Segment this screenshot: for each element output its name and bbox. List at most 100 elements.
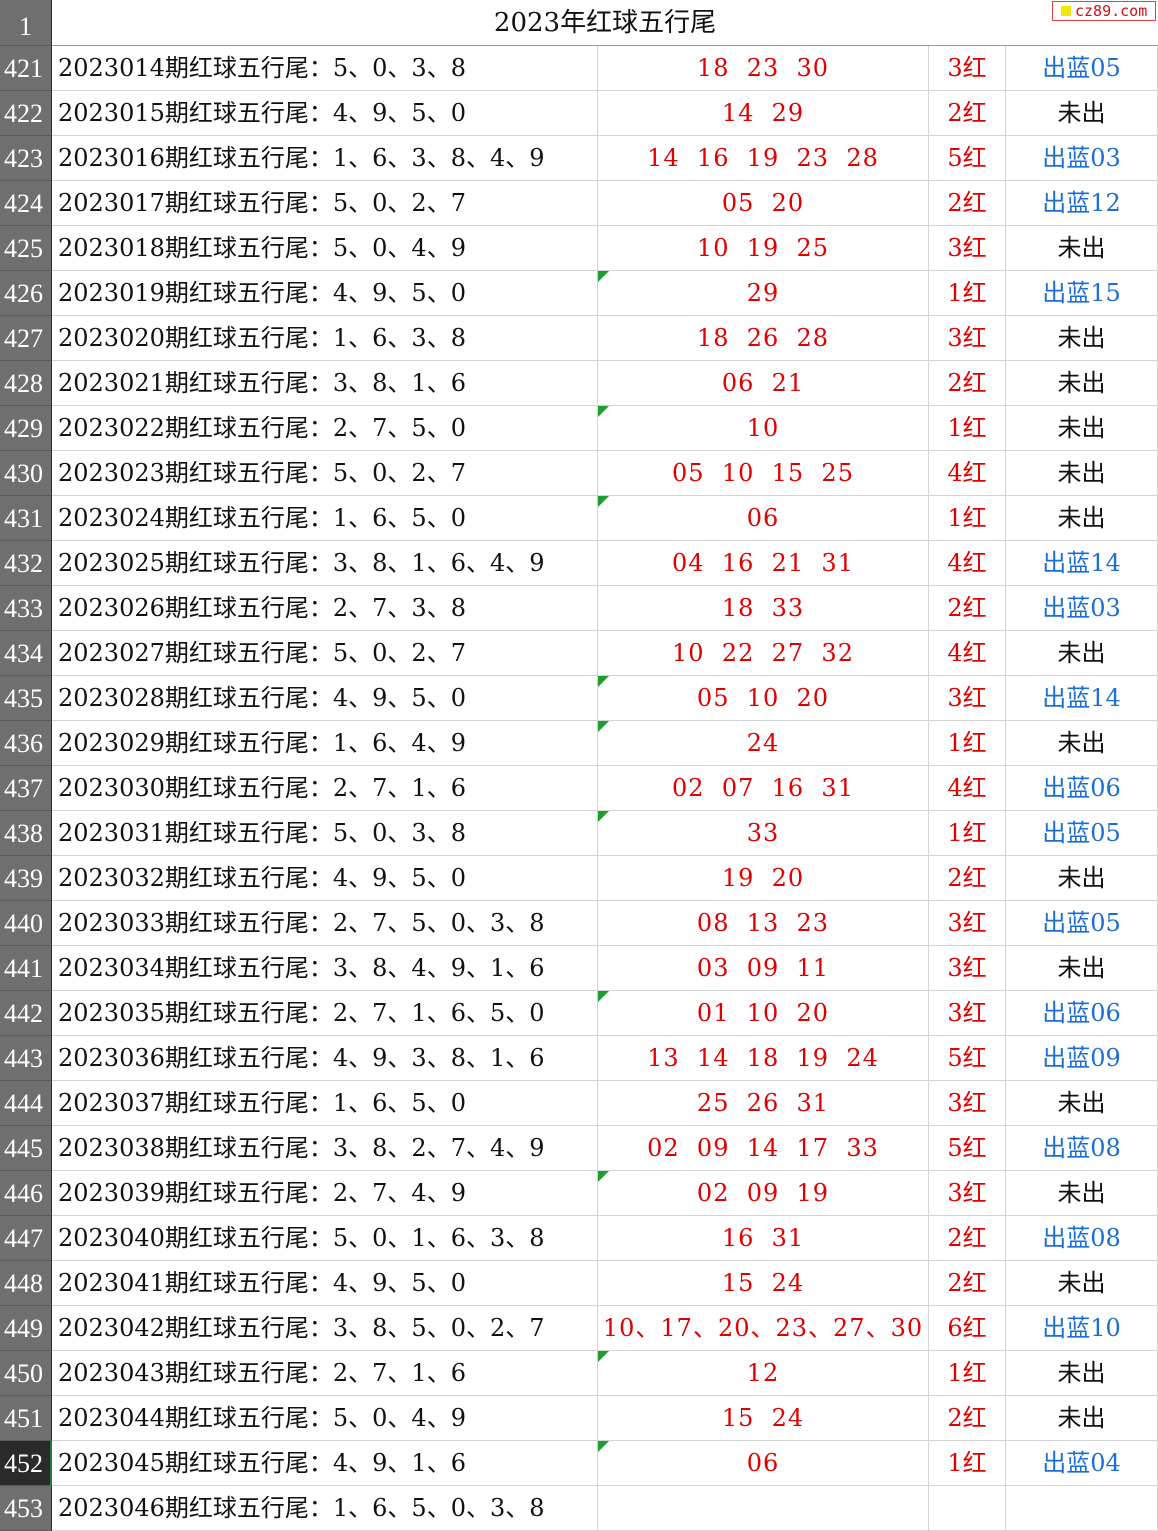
- row-number[interactable]: 438: [0, 811, 52, 856]
- row-number[interactable]: 441: [0, 946, 52, 991]
- red-balls-cell[interactable]: 10: [598, 406, 929, 451]
- row-number[interactable]: 435: [0, 676, 52, 721]
- red-hit-count-cell[interactable]: [929, 1486, 1006, 1531]
- red-balls-cell[interactable]: 14 16 19 23 28: [598, 136, 929, 181]
- period-tails-cell[interactable]: 2023042期红球五行尾：3、8、5、0、2、7: [52, 1306, 598, 1351]
- period-tails-cell[interactable]: 2023034期红球五行尾：3、8、4、9、1、6: [52, 946, 598, 991]
- red-hit-count-cell[interactable]: 2红: [929, 361, 1006, 406]
- period-tails-cell[interactable]: 2023021期红球五行尾：3、8、1、6: [52, 361, 598, 406]
- period-tails-cell[interactable]: 2023037期红球五行尾：1、6、5、0: [52, 1081, 598, 1126]
- row-number[interactable]: 424: [0, 181, 52, 226]
- row-number[interactable]: 445: [0, 1126, 52, 1171]
- blue-ball-status-cell[interactable]: 未出: [1006, 361, 1158, 406]
- blue-ball-status-cell[interactable]: 出蓝15: [1006, 271, 1158, 316]
- row-number[interactable]: 450: [0, 1351, 52, 1396]
- red-hit-count-cell[interactable]: 3红: [929, 1081, 1006, 1126]
- red-hit-count-cell[interactable]: 3红: [929, 901, 1006, 946]
- period-tails-cell[interactable]: 2023022期红球五行尾：2、7、5、0: [52, 406, 598, 451]
- row-number[interactable]: 437: [0, 766, 52, 811]
- red-hit-count-cell[interactable]: 5红: [929, 1126, 1006, 1171]
- period-tails-cell[interactable]: 2023038期红球五行尾：3、8、2、7、4、9: [52, 1126, 598, 1171]
- red-balls-cell[interactable]: 04 16 21 31: [598, 541, 929, 586]
- period-tails-cell[interactable]: 2023041期红球五行尾：4、9、5、0: [52, 1261, 598, 1306]
- period-tails-cell[interactable]: 2023016期红球五行尾：1、6、3、8、4、9: [52, 136, 598, 181]
- blue-ball-status-cell[interactable]: 未出: [1006, 406, 1158, 451]
- blue-ball-status-cell[interactable]: 出蓝06: [1006, 766, 1158, 811]
- red-hit-count-cell[interactable]: 3红: [929, 1171, 1006, 1216]
- blue-ball-status-cell[interactable]: 未出: [1006, 1081, 1158, 1126]
- red-balls-cell[interactable]: 02 07 16 31: [598, 766, 929, 811]
- blue-ball-status-cell[interactable]: 出蓝14: [1006, 541, 1158, 586]
- red-balls-cell[interactable]: 12: [598, 1351, 929, 1396]
- row-number[interactable]: 430: [0, 451, 52, 496]
- red-balls-cell[interactable]: 19 20: [598, 856, 929, 901]
- blue-ball-status-cell[interactable]: 出蓝08: [1006, 1216, 1158, 1261]
- red-hit-count-cell[interactable]: 1红: [929, 1441, 1006, 1486]
- row-number-header[interactable]: 1: [0, 0, 52, 46]
- red-balls-cell[interactable]: 15 24: [598, 1261, 929, 1306]
- red-balls-cell[interactable]: 06: [598, 1441, 929, 1486]
- red-balls-cell[interactable]: 15 24: [598, 1396, 929, 1441]
- blue-ball-status-cell[interactable]: [1006, 1486, 1158, 1531]
- period-tails-cell[interactable]: 2023028期红球五行尾：4、9、5、0: [52, 676, 598, 721]
- row-number[interactable]: 429: [0, 406, 52, 451]
- blue-ball-status-cell[interactable]: 出蓝09: [1006, 1036, 1158, 1081]
- blue-ball-status-cell[interactable]: 出蓝14: [1006, 676, 1158, 721]
- red-balls-cell[interactable]: 05 10 15 25: [598, 451, 929, 496]
- red-hit-count-cell[interactable]: 1红: [929, 1351, 1006, 1396]
- row-number[interactable]: 427: [0, 316, 52, 361]
- row-number[interactable]: 425: [0, 226, 52, 271]
- row-number[interactable]: 436: [0, 721, 52, 766]
- row-number[interactable]: 421: [0, 46, 52, 91]
- red-hit-count-cell[interactable]: 2红: [929, 181, 1006, 226]
- period-tails-cell[interactable]: 2023019期红球五行尾：4、9、5、0: [52, 271, 598, 316]
- red-balls-cell[interactable]: 16 31: [598, 1216, 929, 1261]
- blue-ball-status-cell[interactable]: 出蓝05: [1006, 901, 1158, 946]
- blue-ball-status-cell[interactable]: 未出: [1006, 91, 1158, 136]
- period-tails-cell[interactable]: 2023046期红球五行尾：1、6、5、0、3、8: [52, 1486, 598, 1531]
- blue-ball-status-cell[interactable]: 出蓝03: [1006, 136, 1158, 181]
- period-tails-cell[interactable]: 2023044期红球五行尾：5、0、4、9: [52, 1396, 598, 1441]
- red-balls-cell[interactable]: 02 09 14 17 33: [598, 1126, 929, 1171]
- row-number[interactable]: 434: [0, 631, 52, 676]
- blue-ball-status-cell[interactable]: 出蓝05: [1006, 46, 1158, 91]
- red-hit-count-cell[interactable]: 5红: [929, 136, 1006, 181]
- period-tails-cell[interactable]: 2023018期红球五行尾：5、0、4、9: [52, 226, 598, 271]
- red-balls-cell[interactable]: 13 14 18 19 24: [598, 1036, 929, 1081]
- red-balls-cell[interactable]: 01 10 20: [598, 991, 929, 1036]
- blue-ball-status-cell[interactable]: 出蓝03: [1006, 586, 1158, 631]
- red-balls-cell[interactable]: 33: [598, 811, 929, 856]
- period-tails-cell[interactable]: 2023035期红球五行尾：2、7、1、6、5、0: [52, 991, 598, 1036]
- red-balls-cell[interactable]: 24: [598, 721, 929, 766]
- blue-ball-status-cell[interactable]: 未出: [1006, 721, 1158, 766]
- blue-ball-status-cell[interactable]: 出蓝04: [1006, 1441, 1158, 1486]
- red-hit-count-cell[interactable]: 1红: [929, 406, 1006, 451]
- row-number[interactable]: 443: [0, 1036, 52, 1081]
- red-hit-count-cell[interactable]: 2红: [929, 1261, 1006, 1306]
- red-hit-count-cell[interactable]: 2红: [929, 91, 1006, 136]
- red-hit-count-cell[interactable]: 4红: [929, 451, 1006, 496]
- blue-ball-status-cell[interactable]: 未出: [1006, 226, 1158, 271]
- red-balls-cell[interactable]: 05 20: [598, 181, 929, 226]
- red-balls-cell[interactable]: 08 13 23: [598, 901, 929, 946]
- blue-ball-status-cell[interactable]: 未出: [1006, 631, 1158, 676]
- red-balls-cell[interactable]: 18 23 30: [598, 46, 929, 91]
- row-number[interactable]: 422: [0, 91, 52, 136]
- row-number[interactable]: 440: [0, 901, 52, 946]
- row-number[interactable]: 442: [0, 991, 52, 1036]
- period-tails-cell[interactable]: 2023015期红球五行尾：4、9、5、0: [52, 91, 598, 136]
- blue-ball-status-cell[interactable]: 出蓝06: [1006, 991, 1158, 1036]
- red-hit-count-cell[interactable]: 5红: [929, 1036, 1006, 1081]
- period-tails-cell[interactable]: 2023024期红球五行尾：1、6、5、0: [52, 496, 598, 541]
- row-number[interactable]: 426: [0, 271, 52, 316]
- sheet-title[interactable]: 2023年红球五行尾: [52, 0, 1158, 46]
- red-balls-cell[interactable]: 02 09 19: [598, 1171, 929, 1216]
- period-tails-cell[interactable]: 2023029期红球五行尾：1、6、4、9: [52, 721, 598, 766]
- blue-ball-status-cell[interactable]: 未出: [1006, 856, 1158, 901]
- row-number[interactable]: 446: [0, 1171, 52, 1216]
- blue-ball-status-cell[interactable]: 未出: [1006, 946, 1158, 991]
- row-number[interactable]: 428: [0, 361, 52, 406]
- period-tails-cell[interactable]: 2023030期红球五行尾：2、7、1、6: [52, 766, 598, 811]
- red-hit-count-cell[interactable]: 4红: [929, 631, 1006, 676]
- red-hit-count-cell[interactable]: 3红: [929, 226, 1006, 271]
